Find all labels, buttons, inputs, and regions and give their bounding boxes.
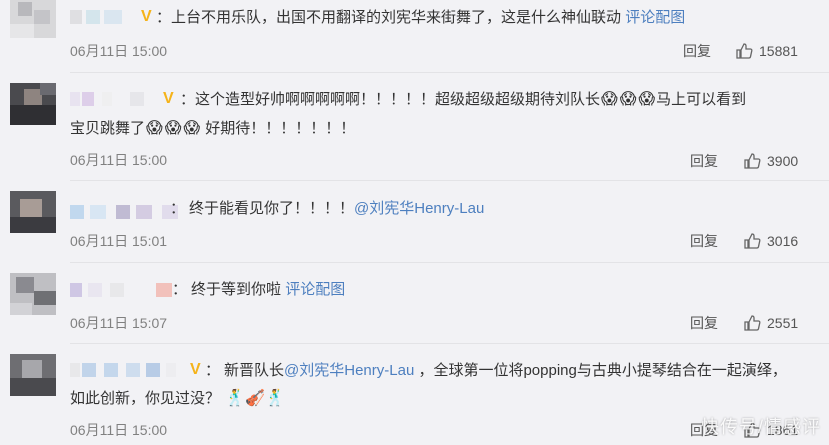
verified-v-icon: V (190, 361, 201, 378)
like-count: 3900 (767, 153, 799, 169)
comment-image-link[interactable]: 评论配图 (625, 9, 685, 26)
scream-emoji: 😱 (183, 120, 201, 137)
reply-button[interactable]: 回复 (690, 313, 718, 333)
comment-timestamp: 06月11日 15:00 (70, 152, 168, 168)
like-count: 3016 (767, 233, 799, 249)
avatar[interactable] (10, 83, 56, 125)
like-button[interactable]: 3016 (743, 232, 798, 250)
reply-button[interactable]: 回复 (683, 41, 711, 61)
thumbs-up-icon (744, 153, 761, 169)
comment-text: ：终于等到你啦 评论配图 (172, 281, 346, 298)
user-mention-link[interactable]: @刘宪华Henry-Lau (354, 200, 484, 217)
comment-item: V ：上台不用乐队，出国不用翻译的刘宪华来街舞了，这是什么神仙联动 评论配图 0… (0, 0, 829, 72)
comment-text-line2: 如此创新，你见过没？ 🕺🎻🕺 (70, 386, 286, 412)
reply-button[interactable]: 回复 (690, 231, 718, 251)
thumbs-up-icon (744, 315, 761, 331)
reply-button[interactable]: 回复 (690, 151, 718, 171)
scream-emoji: 😱 (146, 120, 163, 137)
thumbs-up-icon (744, 233, 761, 249)
username-blurred[interactable] (70, 92, 162, 106)
like-count: 2551 (767, 315, 799, 331)
scream-emoji: 😱 (638, 91, 656, 108)
avatar[interactable] (10, 354, 56, 396)
dance-violin-emojis: 🕺🎻🕺 (225, 390, 285, 407)
user-mention-link[interactable]: @刘宪华Henry-Lau (284, 362, 414, 379)
verified-v-icon: V (163, 90, 174, 107)
watermark: 快传号/情感评 (700, 417, 821, 437)
scream-emoji: 😱 (164, 120, 182, 137)
avatar[interactable] (10, 0, 56, 38)
avatar[interactable] (10, 273, 56, 315)
comment-timestamp: 06月11日 15:00 (70, 422, 168, 438)
comment-text: ：上台不用乐队，出国不用翻译的刘宪华来街舞了，这是什么神仙联动 评论配图 (156, 9, 686, 26)
comment-text: ：终于能看见你了！！！！@刘宪华Henry-Lau (170, 200, 485, 217)
username-blurred[interactable] (70, 10, 140, 24)
comment-item: ：终于能看见你了！！！！@刘宪华Henry-Lau 06月11日 15:01 回… (0, 181, 829, 261)
comment-text: ：这个造型好帅啊啊啊啊啊！！！！！超级超级超级期待刘队长😱 😱 😱马上可以看到 (180, 87, 746, 113)
comment-item: ：终于等到你啦 评论配图 06月11日 15:07 回复 2551 (0, 263, 829, 343)
verified-v-icon: V (141, 8, 152, 25)
scream-emoji: 😱 (619, 91, 637, 108)
comment-item: V ：这个造型好帅啊啊啊啊啊！！！！！超级超级超级期待刘队长😱 😱 😱马上可以看到 … (0, 73, 829, 183)
comment-text-line2: 宝贝跳舞了😱 😱 😱 好期待！！！！！！！ (70, 116, 355, 142)
comment-timestamp: 06月11日 15:07 (70, 315, 168, 331)
username-blurred[interactable] (70, 283, 174, 297)
scream-emoji: 😱 (601, 91, 618, 108)
comment-text: ：新晋队长@刘宪华Henry-Lau ，全球第一位将popping与古典小提琴结… (205, 362, 787, 379)
thumbs-up-icon (736, 43, 753, 59)
like-count: 15881 (759, 43, 798, 59)
comment-image-link[interactable]: 评论配图 (285, 281, 345, 298)
like-button[interactable]: 2551 (743, 314, 798, 332)
comment-timestamp: 06月11日 15:00 (70, 43, 168, 59)
username-blurred[interactable] (70, 363, 188, 377)
comment-timestamp: 06月11日 15:01 (70, 233, 168, 249)
username-blurred[interactable] (70, 205, 182, 219)
like-button[interactable]: 3900 (743, 152, 798, 170)
like-button[interactable]: 15881 (735, 42, 798, 60)
avatar[interactable] (10, 191, 56, 233)
